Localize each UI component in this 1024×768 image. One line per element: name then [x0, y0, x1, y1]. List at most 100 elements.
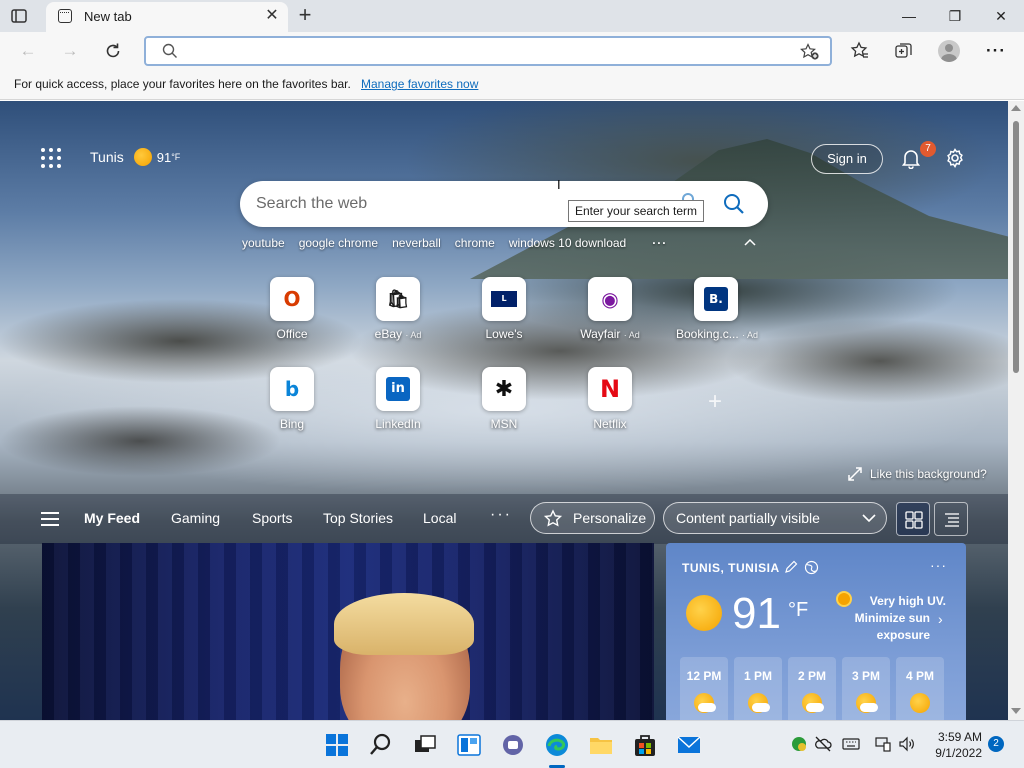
hourly-forecast-item[interactable]: 4 PM — [896, 657, 944, 720]
favorites-icon[interactable] — [850, 41, 870, 61]
expand-icon — [848, 467, 862, 481]
quick-link-linkedin[interactable]: in LinkedIn — [358, 367, 438, 431]
uv-advisory[interactable]: Very high UV. Minimize sun exposure — [836, 593, 946, 644]
feed-tab-my-feed[interactable]: My Feed — [84, 510, 140, 526]
tab-actions-icon[interactable] — [10, 7, 28, 25]
close-tab-icon[interactable]: ✕ — [264, 8, 280, 24]
search-submit-icon[interactable] — [722, 192, 746, 216]
list-layout-button[interactable] — [934, 502, 968, 536]
hourly-forecast-item[interactable]: 12 PM — [680, 657, 728, 720]
edge-browser-icon[interactable] — [543, 731, 571, 759]
trending-item[interactable]: google chrome — [299, 236, 378, 252]
notification-center-badge[interactable]: 2 — [988, 736, 1004, 752]
hero-photo-hair — [334, 593, 474, 655]
defender-icon[interactable] — [790, 735, 808, 753]
quick-link-office[interactable]: O Office — [252, 277, 332, 341]
microsoft-store-icon[interactable] — [631, 731, 659, 759]
like-background-link[interactable]: Like this background? — [848, 467, 987, 481]
start-windows-icon[interactable] — [323, 731, 351, 759]
scroll-up-arrow-icon[interactable] — [1011, 105, 1021, 111]
hourly-forecast-item[interactable]: 3 PM — [842, 657, 890, 720]
newtab-page-icon — [58, 9, 72, 23]
feed-tab-gaming[interactable]: Gaming — [171, 510, 220, 526]
notification-badge: 7 — [920, 141, 936, 157]
quick-link-lowes[interactable]: L Lowe's — [464, 277, 544, 341]
network-icon[interactable] — [874, 735, 892, 753]
close-window-button[interactable]: ✕ — [978, 3, 1024, 29]
tab-new-tab[interactable]: New tab ✕ — [46, 2, 288, 32]
new-tab-button[interactable]: + — [294, 4, 316, 27]
clock-date: 9/1/2022 — [935, 746, 982, 760]
msn-icon: ✱ — [482, 367, 526, 411]
partly-cloudy-icon — [694, 693, 716, 713]
trending-item[interactable]: windows 10 download — [509, 236, 626, 252]
quick-link-ebay[interactable]: 🛍 eBay · Ad — [358, 277, 438, 341]
personalize-button[interactable]: Personalize — [530, 502, 655, 534]
task-view-icon[interactable] — [411, 731, 439, 759]
collections-icon[interactable] — [894, 41, 914, 61]
sign-in-button[interactable]: Sign in — [811, 144, 883, 174]
feed-tab-sports[interactable]: Sports — [252, 510, 292, 526]
scroll-down-arrow-icon[interactable] — [1011, 708, 1021, 714]
scrollbar-thumb[interactable] — [1013, 121, 1019, 373]
mail-icon[interactable] — [675, 731, 703, 759]
feed-tab-local[interactable]: Local — [423, 510, 456, 526]
back-button[interactable]: ← — [14, 38, 42, 64]
forward-button[interactable]: → — [56, 38, 84, 64]
weather-card-more-icon[interactable]: ··· — [930, 557, 947, 573]
app-launcher-icon[interactable] — [41, 148, 61, 168]
hour-label: 4 PM — [905, 669, 934, 683]
trending-item[interactable]: neverball — [392, 236, 441, 252]
chevron-right-icon[interactable]: › — [938, 611, 943, 627]
weather-card[interactable]: TUNIS, TUNISIA ··· 91 °F Very high UV. M… — [666, 543, 966, 720]
quick-link-label: Bing — [279, 417, 305, 431]
weather-mini[interactable]: Tunis 91 °F — [90, 148, 180, 166]
chevron-up-icon[interactable] — [744, 238, 756, 246]
content-visibility-dropdown[interactable]: Content partially visible — [663, 502, 887, 534]
minimize-button[interactable]: — — [886, 3, 932, 29]
title-bar: New tab ✕ + — ❐ ✕ — [0, 0, 1024, 32]
feed-menu-icon[interactable] — [41, 512, 59, 526]
news-hero-card[interactable] — [42, 543, 654, 720]
manage-favorites-link[interactable]: Manage favorites now — [361, 77, 478, 91]
teams-chat-icon[interactable] — [499, 731, 527, 759]
trending-item[interactable]: chrome — [455, 236, 495, 252]
keyboard-icon[interactable] — [842, 735, 860, 753]
trending-more-button[interactable]: ··· — [652, 236, 667, 252]
refresh-icon[interactable] — [103, 41, 123, 61]
hourly-forecast-item[interactable]: 1 PM — [734, 657, 782, 720]
feed-more-button[interactable]: ··· — [490, 506, 512, 524]
edit-pencil-icon[interactable] — [784, 560, 798, 574]
text-cursor-icon: I — [557, 177, 561, 192]
personalize-icon — [543, 509, 563, 527]
location-globe-icon[interactable] — [804, 560, 819, 575]
page-settings-gear-icon[interactable] — [944, 147, 966, 169]
widgets-icon[interactable] — [455, 731, 483, 759]
quick-link-netflix[interactable]: N Netflix — [570, 367, 650, 431]
grid-layout-button[interactable] — [896, 502, 930, 536]
file-explorer-icon[interactable] — [587, 731, 615, 759]
sunny-icon — [133, 148, 152, 166]
page-scrollbar[interactable] — [1008, 101, 1024, 720]
system-clock[interactable]: 3:59 AM 9/1/2022 — [930, 729, 982, 761]
add-favorite-icon[interactable] — [800, 43, 820, 61]
search-icon[interactable] — [367, 731, 395, 759]
quick-link-msn[interactable]: ✱ MSN — [464, 367, 544, 431]
add-quick-link-icon[interactable]: + — [704, 390, 726, 414]
settings-more-icon[interactable]: ··· — [982, 38, 1010, 64]
quick-link-bing[interactable]: b Bing — [252, 367, 332, 431]
address-bar[interactable] — [144, 36, 832, 66]
bing-icon: b — [270, 367, 314, 411]
volume-icon[interactable] — [898, 735, 916, 753]
restore-button[interactable]: ❐ — [932, 3, 978, 29]
onedrive-offline-icon[interactable] — [814, 735, 832, 753]
quick-link-booking[interactable]: B. Booking.c... · Ad — [676, 277, 758, 341]
favorites-bar-message: For quick access, place your favorites h… — [14, 77, 351, 91]
trending-item[interactable]: youtube — [242, 236, 285, 252]
notifications-bell-icon[interactable] — [900, 147, 922, 169]
quick-link-wayfair[interactable]: ◉ Wayfair · Ad — [570, 277, 650, 341]
feed-tab-top-stories[interactable]: Top Stories — [323, 510, 393, 526]
quick-link-label: Netflix — [593, 417, 627, 431]
profile-avatar[interactable] — [938, 40, 960, 62]
hourly-forecast-item[interactable]: 2 PM — [788, 657, 836, 720]
